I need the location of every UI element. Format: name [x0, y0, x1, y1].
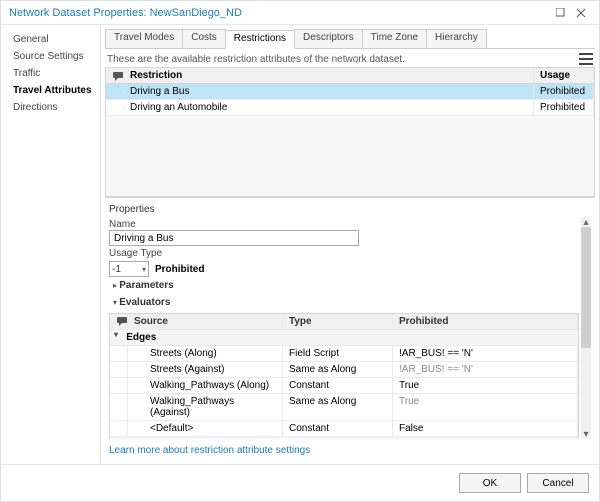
row-icon-cell [106, 106, 124, 110]
evaluators-toggle[interactable]: Evaluators [109, 294, 579, 311]
dialog-window: Network Dataset Properties: NewSanDiego_… [0, 0, 600, 502]
learn-more-link[interactable]: Learn more about restriction attribute s… [109, 439, 591, 462]
tab[interactable]: Costs [182, 29, 226, 48]
usage-type-label: Usage Type [109, 248, 579, 259]
tab[interactable]: Restrictions [225, 30, 295, 49]
scroll-track[interactable] [581, 227, 591, 429]
usage-type-select[interactable]: -1 ▾ [109, 261, 149, 277]
sidebar-item[interactable]: Travel Attributes [9, 82, 100, 99]
properties-panel: Properties Name Usage Type -1 ▾ Prohibit… [105, 197, 595, 464]
cancel-button[interactable]: Cancel [527, 473, 589, 493]
evaluator-value: True [393, 394, 578, 420]
restriction-usage: Prohibited [534, 84, 594, 99]
evaluator-row[interactable]: Walking_Pathways (Against)Same as AlongT… [110, 394, 578, 421]
evaluator-row[interactable]: Streets (Against)Same as Along!AR_BUS! =… [110, 362, 578, 378]
evaluator-source: Streets (Along) [128, 346, 283, 361]
evaluator-value: True [393, 378, 578, 393]
evaluator-type: Field Script [283, 346, 393, 361]
evaluator-source: Streets (Against) [128, 362, 283, 377]
evaluator-row[interactable]: <Default>ConstantFalse [110, 421, 578, 437]
col-restriction[interactable]: Restriction [124, 68, 534, 83]
evaluator-value: !AR_BUS! == 'N' [393, 346, 578, 361]
evaluator-source: <Default> [128, 421, 283, 436]
sidebar-item[interactable]: Source Settings [9, 48, 100, 65]
sidebar-item[interactable]: Directions [9, 99, 100, 116]
evaluator-source: Walking_Pathways (Along) [128, 378, 283, 393]
restrictions-header: Restriction Usage [106, 68, 594, 84]
restrictions-table: Restriction Usage Driving a BusProhibite… [105, 67, 595, 197]
evaluator-group[interactable]: Edges [110, 330, 578, 346]
window-title: Network Dataset Properties: NewSanDiego_… [9, 7, 551, 19]
tab[interactable]: Hierarchy [426, 29, 487, 48]
tab[interactable]: Travel Modes [105, 29, 183, 48]
tab-description: These are the available restriction attr… [107, 54, 405, 65]
titlebar: Network Dataset Properties: NewSanDiego_… [1, 1, 599, 25]
restriction-name: Driving a Bus [124, 84, 534, 99]
properties-title: Properties [109, 204, 591, 215]
scrollbar[interactable]: ▴ ▾ [581, 217, 591, 439]
name-label: Name [109, 219, 579, 230]
row-icon-cell [106, 90, 124, 94]
tab[interactable]: Descriptors [294, 29, 363, 48]
table-row[interactable]: Driving a BusProhibited [106, 84, 594, 100]
footer: OK Cancel [1, 464, 599, 501]
evaluator-type: Constant [283, 421, 393, 436]
evaluator-source: Walking_Pathways (Against) [128, 394, 283, 420]
restriction-name: Driving an Automobile [124, 100, 534, 115]
name-input[interactable] [109, 230, 359, 246]
col-source[interactable]: Source [128, 314, 283, 329]
col-value[interactable]: Prohibited [393, 314, 578, 329]
evaluators-table: Source Type Prohibited EdgesStreets (Alo… [109, 313, 579, 439]
scroll-down-icon[interactable]: ▾ [581, 429, 591, 439]
restrictions-empty-area [106, 116, 594, 196]
col-usage[interactable]: Usage [534, 68, 594, 83]
parameters-toggle[interactable]: Parameters [109, 277, 579, 294]
usage-type-text: Prohibited [155, 264, 204, 275]
evaluator-type: Same as Along [283, 362, 393, 377]
sidebar: GeneralSource SettingsTrafficTravel Attr… [1, 25, 101, 464]
close-icon[interactable] [571, 5, 591, 21]
evaluator-row[interactable]: Streets (Along)Field Script!AR_BUS! == '… [110, 346, 578, 362]
evaluator-type: Constant [283, 378, 393, 393]
evaluators-header: Source Type Prohibited [110, 314, 578, 330]
restriction-usage: Prohibited [534, 100, 594, 115]
table-row[interactable]: Driving an AutomobileProhibited [106, 100, 594, 116]
sidebar-item[interactable]: General [9, 31, 100, 48]
comment-icon[interactable] [110, 314, 128, 329]
scroll-thumb[interactable] [581, 227, 591, 348]
ok-button[interactable]: OK [459, 473, 521, 493]
main-panel: Travel ModesCostsRestrictionsDescriptors… [101, 25, 599, 464]
sidebar-item[interactable]: Traffic [9, 65, 100, 82]
evaluator-value: !AR_BUS! == 'N' [393, 362, 578, 377]
comment-icon[interactable] [106, 69, 124, 83]
scroll-up-icon[interactable]: ▴ [581, 217, 591, 227]
evaluator-value: False [393, 421, 578, 436]
col-type[interactable]: Type [283, 314, 393, 329]
evaluator-type: Same as Along [283, 394, 393, 420]
evaluator-row[interactable]: Walking_Pathways (Along)ConstantTrue [110, 378, 578, 394]
tab[interactable]: Time Zone [362, 29, 427, 48]
menu-icon[interactable] [579, 53, 593, 65]
minimize-icon[interactable] [551, 5, 571, 21]
chevron-down-icon: ▾ [142, 265, 146, 274]
tabs: Travel ModesCostsRestrictionsDescriptors… [105, 29, 595, 49]
subbar: These are the available restriction attr… [105, 49, 595, 67]
